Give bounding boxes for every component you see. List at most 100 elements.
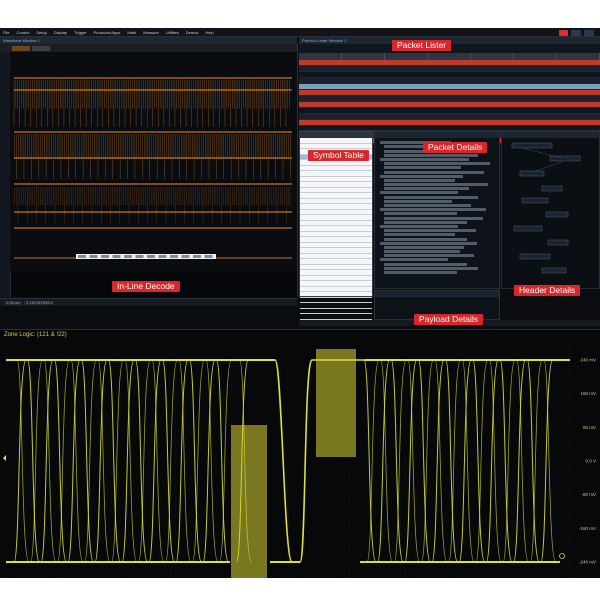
header-details[interactable] <box>501 131 600 289</box>
grid-dot <box>174 425 176 427</box>
detail-line[interactable] <box>384 262 467 266</box>
grid-dot <box>62 503 63 505</box>
grid-dot <box>287 485 289 487</box>
detail-line[interactable] <box>384 250 460 254</box>
detail-line[interactable] <box>380 157 469 161</box>
detail-line[interactable] <box>384 245 465 249</box>
detail-line[interactable] <box>380 258 449 262</box>
column-header[interactable] <box>385 53 428 60</box>
detail-line[interactable] <box>384 229 477 233</box>
column-header[interactable] <box>428 53 471 60</box>
detail-line[interactable] <box>384 183 488 187</box>
detail-line[interactable] <box>384 178 455 182</box>
waveform-panel[interactable] <box>0 44 298 297</box>
decode-cell[interactable] <box>135 255 144 258</box>
position-readout[interactable]: 2.107187836 s <box>24 300 55 305</box>
grid-dot <box>569 563 571 565</box>
packet-lister[interactable] <box>299 44 600 144</box>
zoom-waveform-panel[interactable]: -500 ns-400 ns-300 ns-200 ns-100 ns0.0 s… <box>0 329 600 578</box>
grid-dot <box>62 425 63 427</box>
menu-item[interactable]: Trigger <box>74 30 87 35</box>
grid-dot <box>287 377 289 379</box>
zone-box[interactable] <box>316 349 356 457</box>
decode-cell[interactable] <box>124 255 132 258</box>
grid-dot <box>62 389 63 391</box>
column-header[interactable] <box>557 53 600 60</box>
grid-dot <box>62 395 63 397</box>
decode-cell[interactable] <box>170 255 178 258</box>
grid-dot <box>400 365 402 367</box>
decode-cell[interactable] <box>204 255 213 258</box>
channel-tab[interactable] <box>32 45 50 51</box>
detail-line[interactable] <box>384 233 455 237</box>
decode-cell[interactable] <box>193 255 201 258</box>
timebase-readout[interactable]: 1.00 µs/ <box>4 300 23 305</box>
menu-item[interactable]: Utilities <box>166 30 179 35</box>
grid-dot <box>5 491 7 493</box>
detail-line[interactable] <box>384 237 467 241</box>
menu-item[interactable]: Setup <box>36 30 46 35</box>
decode-cell[interactable] <box>158 255 167 258</box>
column-header[interactable] <box>299 53 342 60</box>
detail-line[interactable] <box>380 191 458 195</box>
grid-dot <box>118 467 120 469</box>
grid-dot <box>5 527 7 529</box>
menu-item[interactable]: Help <box>205 30 213 35</box>
grid-dot <box>344 545 345 547</box>
window-button[interactable] <box>571 29 581 36</box>
menu-item[interactable]: File <box>3 30 9 35</box>
cursor-marker[interactable] <box>559 553 565 559</box>
decode-cell[interactable] <box>147 255 155 258</box>
grid-dot <box>513 551 514 553</box>
detail-line[interactable] <box>384 162 491 166</box>
menu-item[interactable]: Math <box>127 30 136 35</box>
grid-dot <box>287 365 289 367</box>
grid-dot <box>118 491 120 493</box>
packet-details[interactable] <box>374 131 500 289</box>
detail-line[interactable] <box>384 195 479 199</box>
grid-dot <box>456 557 458 559</box>
column-header[interactable] <box>471 53 514 60</box>
menu-item[interactable]: Demos <box>186 30 199 35</box>
decode-cell[interactable] <box>181 255 190 258</box>
column-header[interactable] <box>342 53 385 60</box>
grid-dot <box>231 407 232 409</box>
detail-line[interactable] <box>380 224 458 228</box>
menu-item[interactable]: Control <box>16 30 29 35</box>
detail-line[interactable] <box>380 174 463 178</box>
detail-line[interactable] <box>384 266 479 270</box>
detail-line[interactable] <box>384 204 472 207</box>
menu-item[interactable]: Display <box>54 30 67 35</box>
window-button[interactable] <box>584 29 594 36</box>
detail-line[interactable] <box>380 208 487 212</box>
grid-dot <box>456 521 458 523</box>
grid-dot <box>513 467 514 469</box>
detail-line[interactable] <box>384 216 484 220</box>
grid-dot <box>287 449 289 451</box>
grid-dot <box>400 527 402 529</box>
decode-cell[interactable] <box>101 255 109 258</box>
detail-line[interactable] <box>384 199 453 203</box>
detail-line[interactable] <box>380 241 477 245</box>
detail-line[interactable] <box>384 166 461 170</box>
channel-tab[interactable] <box>12 45 30 51</box>
grid-dot <box>513 563 514 565</box>
detail-line[interactable] <box>384 254 474 258</box>
waveform-area[interactable] <box>10 52 297 272</box>
detail-line[interactable] <box>384 170 485 174</box>
detail-line[interactable] <box>384 187 469 191</box>
detail-line[interactable] <box>384 212 458 216</box>
decode-cell[interactable] <box>78 255 86 258</box>
menu-item[interactable]: Measure <box>143 30 159 35</box>
decode-cell[interactable] <box>112 255 121 258</box>
detail-line[interactable] <box>384 271 458 274</box>
symbol-row[interactable] <box>300 314 372 320</box>
menu-item[interactable]: Protocols/Apps <box>93 30 120 35</box>
ground-marker-icon[interactable] <box>3 455 6 461</box>
column-header[interactable] <box>514 53 557 60</box>
detail-line[interactable] <box>384 153 479 157</box>
decode-cell[interactable] <box>89 255 98 258</box>
grid-dot <box>569 443 571 445</box>
grid-dot <box>513 497 514 499</box>
detail-line[interactable] <box>384 220 467 224</box>
